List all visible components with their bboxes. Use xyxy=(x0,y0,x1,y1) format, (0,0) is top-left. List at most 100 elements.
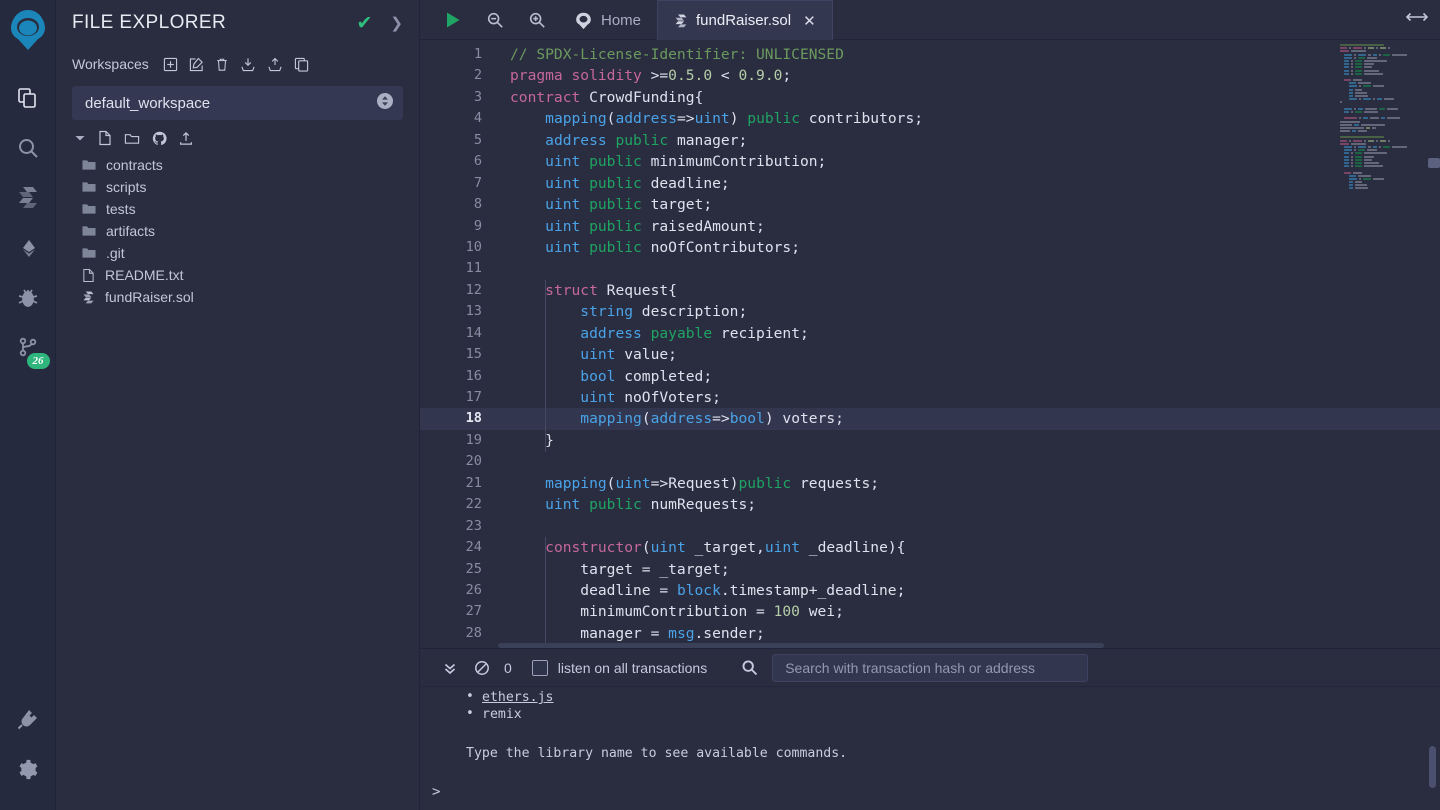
code-line[interactable]: 3 contract CrowdFunding{ xyxy=(420,87,1440,108)
clear-console-icon[interactable] xyxy=(466,660,498,676)
file-name: artifacts xyxy=(106,223,156,239)
library-link-ethers[interactable]: ethers.js xyxy=(482,690,553,705)
workspace-select[interactable]: default_workspace xyxy=(72,86,403,120)
duplicate-workspace-icon[interactable] xyxy=(294,57,309,72)
code-line[interactable]: 11 xyxy=(420,258,1440,279)
download-workspace-icon[interactable] xyxy=(240,57,256,72)
code-line[interactable]: 1 // SPDX-License-Identifier: UNLICENSED xyxy=(420,44,1440,65)
zoom-out-button[interactable] xyxy=(474,0,516,40)
new-folder-icon[interactable] xyxy=(124,131,140,146)
upload-file-icon[interactable] xyxy=(179,131,193,146)
editor-vertical-scrollbar[interactable] xyxy=(1428,158,1440,168)
sidebar-item-plugin-manager[interactable] xyxy=(0,694,56,744)
code-line[interactable]: 4 mapping(address=>uint) public contribu… xyxy=(420,108,1440,129)
code-line[interactable]: 12 struct Request{ xyxy=(420,280,1440,301)
code-line[interactable]: 22 uint public numRequests; xyxy=(420,494,1440,515)
rename-workspace-icon[interactable] xyxy=(189,57,204,72)
restore-workspace-icon[interactable] xyxy=(267,57,283,72)
sidebar-item-settings[interactable] xyxy=(0,744,56,794)
code-line[interactable]: 24 constructor(uint _target,uint _deadli… xyxy=(420,537,1440,558)
code-line[interactable]: 14 address payable recipient; xyxy=(420,323,1440,344)
code-line[interactable]: 2 pragma solidity >=0.5.0 < 0.9.0; xyxy=(420,65,1440,86)
list-item[interactable]: tests xyxy=(82,198,419,220)
code-line[interactable]: 18 mapping(address=>bool) voters; xyxy=(420,408,1440,430)
code-line[interactable]: 9 uint public raisedAmount; xyxy=(420,216,1440,237)
code-line[interactable]: 25 target = _target; xyxy=(420,559,1440,580)
code-token: mapping xyxy=(545,110,607,128)
sidebar-item-deploy-run[interactable] xyxy=(0,223,56,273)
tab-fundraiser-sol[interactable]: fundRaiser.sol ✕ xyxy=(657,0,833,40)
terminal-search-input[interactable] xyxy=(772,653,1089,682)
tab-home[interactable]: Home xyxy=(558,0,657,40)
code-line[interactable]: 28 manager = msg.sender; xyxy=(420,623,1440,644)
sidebar-item-debugger[interactable] xyxy=(0,273,56,323)
code-line[interactable]: 26 deadline = block.timestamp+_deadline; xyxy=(420,580,1440,601)
line-number: 13 xyxy=(465,303,482,320)
code-token: => xyxy=(712,410,730,428)
code-line[interactable]: 19 } xyxy=(420,430,1440,451)
code-line[interactable]: 20 xyxy=(420,451,1440,472)
line-number: 11 xyxy=(465,260,482,277)
resize-handle-icon[interactable] xyxy=(1404,10,1430,29)
list-item[interactable]: fundRaiser.sol xyxy=(82,286,419,308)
check-icon[interactable]: ✔ xyxy=(357,14,373,33)
code-line[interactable]: 16 bool completed; xyxy=(420,366,1440,387)
list-item[interactable]: contracts xyxy=(82,154,419,176)
create-workspace-icon[interactable] xyxy=(163,57,178,72)
remix-logo-icon[interactable] xyxy=(8,8,48,59)
code-token: ( xyxy=(641,410,651,428)
line-number: 24 xyxy=(465,539,482,556)
search-icon[interactable] xyxy=(741,659,758,676)
new-file-icon[interactable] xyxy=(98,130,112,146)
line-number: 18 xyxy=(465,410,482,427)
code-token: =>Request) xyxy=(650,474,739,492)
code-line[interactable]: 23 xyxy=(420,516,1440,537)
clone-git-repo-icon[interactable] xyxy=(152,131,167,146)
delete-workspace-icon[interactable] xyxy=(215,57,229,72)
list-item[interactable]: .git xyxy=(82,242,419,264)
sidebar-item-search[interactable] xyxy=(0,123,56,173)
code-line[interactable]: 6 uint public minimumContribution; xyxy=(420,151,1440,172)
code-token: numRequests; xyxy=(641,496,757,514)
chevron-right-icon[interactable]: ❯ xyxy=(390,16,403,31)
code-token: wei; xyxy=(799,603,844,621)
code-token: solidity xyxy=(571,67,642,85)
code-line[interactable]: 5 address public manager; xyxy=(420,130,1440,151)
list-item[interactable]: artifacts xyxy=(82,220,419,242)
list-item[interactable]: README.txt xyxy=(82,264,419,286)
code-token: // SPDX-License-Identifier: UNLICENSED xyxy=(510,46,844,63)
code-editor[interactable]: 1 // SPDX-License-Identifier: UNLICENSED 2… xyxy=(420,40,1440,648)
listen-all-transactions-checkbox[interactable] xyxy=(531,659,548,676)
close-icon[interactable]: ✕ xyxy=(803,12,816,30)
sidebar-item-file-explorer[interactable] xyxy=(0,73,56,123)
terminal-prompt[interactable]: > xyxy=(432,784,440,800)
source-code[interactable]: 1 // SPDX-License-Identifier: UNLICENSED 2… xyxy=(420,40,1440,648)
code-line[interactable]: 10 uint public noOfContributors; xyxy=(420,237,1440,258)
code-line[interactable]: 21 mapping(uint=>Request)public requests… xyxy=(420,473,1440,494)
code-line[interactable]: 15 uint value; xyxy=(420,344,1440,365)
terminal-scrollbar[interactable] xyxy=(1429,746,1436,788)
list-item[interactable]: scripts xyxy=(82,176,419,198)
code-line[interactable]: 8 uint public target; xyxy=(420,194,1440,215)
code-line[interactable]: 27 minimumContribution = 100 wei; xyxy=(420,601,1440,622)
code-line[interactable]: 17 uint noOfVoters; xyxy=(420,387,1440,408)
sidebar-item-solidity-compiler[interactable] xyxy=(0,173,56,223)
line-number: 2 xyxy=(473,67,482,84)
code-token: uint xyxy=(545,238,581,256)
terminal-output[interactable]: ethers.js remix Type the library name to… xyxy=(420,687,1440,810)
code-surface[interactable]: 1 // SPDX-License-Identifier: UNLICENSED 2… xyxy=(420,40,1440,648)
run-script-button[interactable] xyxy=(432,0,474,40)
terminal-toggle-icon[interactable] xyxy=(434,660,466,676)
code-line[interactable]: 13 string description; xyxy=(420,301,1440,322)
sidebar-item-git[interactable]: 26 xyxy=(0,323,56,373)
code-line[interactable]: 7 uint public deadline; xyxy=(420,173,1440,194)
line-number: 17 xyxy=(465,389,482,405)
zoom-in-button[interactable] xyxy=(516,0,558,40)
code-token: .timestamp+_deadline; xyxy=(720,581,906,599)
collapse-all-icon[interactable] xyxy=(74,132,86,144)
